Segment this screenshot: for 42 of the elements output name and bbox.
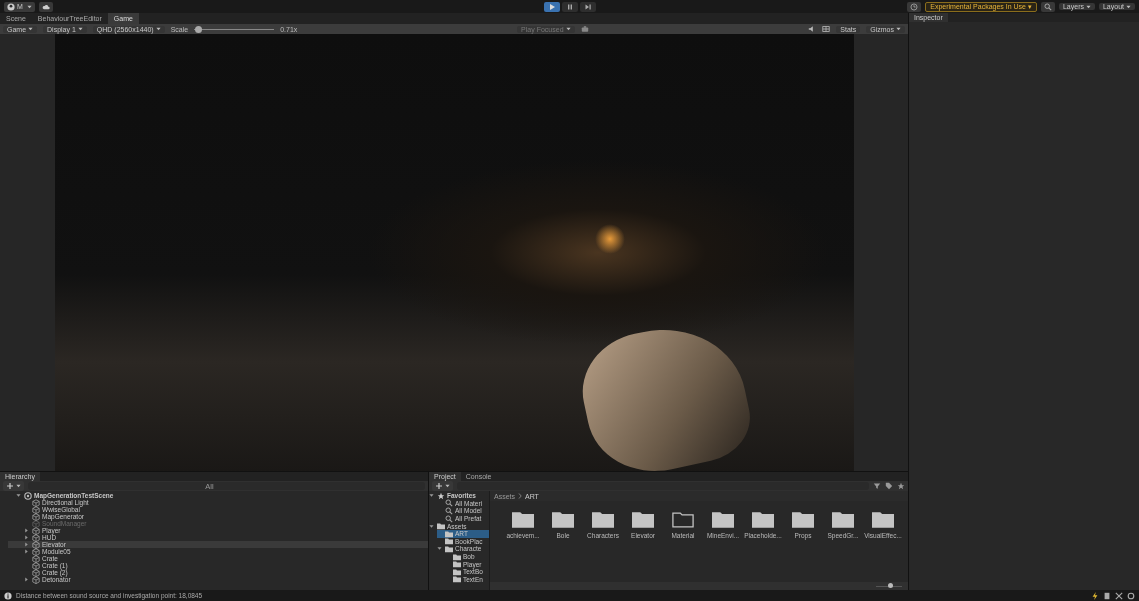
caret-icon <box>28 27 34 31</box>
add-button[interactable] <box>432 481 453 491</box>
torch-light-glow <box>594 224 625 254</box>
play-icon <box>547 2 556 11</box>
search-icon <box>1043 2 1052 11</box>
document-icon <box>1103 591 1111 600</box>
caret-icon <box>445 484 450 488</box>
expanded-arrow-icon[interactable] <box>437 546 442 552</box>
caret-icon <box>155 27 161 31</box>
cloud-button[interactable] <box>38 1 53 12</box>
step-button[interactable] <box>579 1 596 12</box>
expanded-arrow-icon[interactable] <box>429 493 434 499</box>
collapsed-arrow-icon[interactable] <box>24 577 29 582</box>
pause-icon <box>565 2 574 11</box>
grid-icon[interactable] <box>822 25 831 33</box>
caret-icon <box>896 27 901 31</box>
lightning-icon <box>1091 591 1099 600</box>
caret-icon <box>26 4 32 9</box>
step-icon <box>583 2 592 11</box>
scene-icon <box>24 491 32 500</box>
plus-icon <box>6 482 14 490</box>
caret-icon <box>565 27 571 31</box>
star-icon[interactable] <box>897 482 905 490</box>
caret-icon <box>1126 4 1131 9</box>
slider-thumb[interactable] <box>887 583 893 588</box>
caret-icon <box>77 27 83 31</box>
chevron-icon <box>518 493 522 499</box>
history-button[interactable] <box>907 1 922 12</box>
cloud-icon <box>41 2 50 11</box>
expanded-arrow-icon[interactable] <box>429 523 434 529</box>
add-button[interactable] <box>3 481 24 491</box>
user-icon <box>7 2 15 11</box>
caret-icon <box>1085 4 1091 9</box>
search-button[interactable] <box>1040 1 1055 12</box>
clock-icon <box>910 2 919 11</box>
plus-icon <box>435 482 443 490</box>
slider-thumb[interactable] <box>195 25 203 33</box>
play-button[interactable] <box>543 1 560 12</box>
pause-button[interactable] <box>561 1 578 12</box>
star-icon <box>437 491 445 500</box>
caret-icon <box>16 484 21 488</box>
expanded-arrow-icon[interactable] <box>16 493 21 498</box>
